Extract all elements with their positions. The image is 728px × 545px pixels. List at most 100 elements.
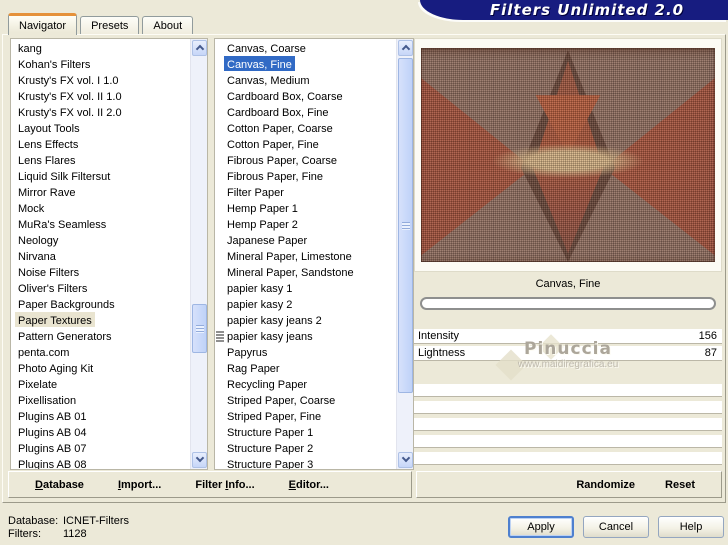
list-item[interactable]: Plugins AB 04 [11, 424, 189, 440]
import-button[interactable]: Import... [110, 475, 169, 495]
list-item[interactable]: Fibrous Paper, Fine [215, 168, 395, 184]
status-database-row: Database: ICNET-Filters [8, 515, 129, 528]
list-item-label: Canvas, Medium [227, 75, 310, 87]
list-item-label: Paper Textures [15, 312, 95, 327]
list-item[interactable]: Rag Paper [215, 360, 395, 376]
list-item[interactable]: Japanese Paper [215, 232, 395, 248]
list-item-label: Hemp Paper 2 [227, 219, 298, 231]
list-item-label: Oliver's Filters [18, 283, 88, 295]
list-item[interactable]: Krusty's FX vol. II 1.0 [11, 88, 189, 104]
list-item[interactable]: Plugins AB 08 [11, 456, 189, 469]
list-item-label: Mineral Paper, Sandstone [227, 267, 354, 279]
list-item[interactable]: Plugins AB 01 [11, 408, 189, 424]
preview-card [414, 38, 722, 272]
list-item[interactable]: Lens Effects [11, 136, 189, 152]
slider-row-lightness[interactable]: Lightness 87 [414, 346, 722, 361]
list-item[interactable]: Pattern Generators [11, 328, 189, 344]
tab-navigator[interactable]: Navigator [8, 13, 78, 35]
list-item[interactable]: Striped Paper, Fine [215, 408, 395, 424]
list-item[interactable]: Striped Paper, Coarse [215, 392, 395, 408]
list-item[interactable]: Canvas, Coarse [215, 40, 395, 56]
randomize-button[interactable]: Randomize [568, 475, 643, 495]
list-item-label: Japanese Paper [227, 235, 308, 247]
filter-info-button[interactable]: Filter Info... [187, 475, 262, 495]
filter-list: Canvas, Coarse Canvas, Fine Canvas, Medium… [215, 40, 395, 469]
reset-button[interactable]: Reset [657, 475, 703, 495]
list-item[interactable]: Plugins AB 07 [11, 440, 189, 456]
list-item[interactable]: Canvas, Fine [215, 56, 395, 72]
list-item[interactable]: Paper Textures [11, 312, 189, 328]
database-button[interactable]: Database [27, 475, 92, 495]
list-item[interactable]: Canvas, Medium [215, 72, 395, 88]
scroll-up-button[interactable] [398, 40, 413, 56]
chevron-down-icon [195, 453, 205, 463]
list-item[interactable]: Cotton Paper, Coarse [215, 120, 395, 136]
list-item[interactable]: Neology [11, 232, 189, 248]
command-bar: Database Import... Filter Info... Editor… [8, 471, 412, 498]
scrollbar-thumb[interactable] [192, 304, 207, 353]
help-button[interactable]: Help [658, 516, 724, 538]
list-item-label: Nirvana [18, 251, 56, 263]
list-item[interactable]: Pixelate [11, 376, 189, 392]
list-item[interactable]: Mirror Rave [11, 184, 189, 200]
list-item[interactable]: papier kasy jeans 2 [215, 312, 395, 328]
scrollbar-thumb[interactable] [398, 58, 413, 393]
list-item[interactable]: papier kasy 1 [215, 280, 395, 296]
scroll-down-button[interactable] [398, 452, 413, 468]
preview-image[interactable] [421, 48, 715, 262]
list-item[interactable]: Layout Tools [11, 120, 189, 136]
list-item[interactable]: Pixellisation [11, 392, 189, 408]
list-item[interactable]: Papyrus [215, 344, 395, 360]
list-item[interactable]: Mineral Paper, Sandstone [215, 264, 395, 280]
list-item[interactable]: Noise Filters [11, 264, 189, 280]
list-item[interactable]: Kohan's Filters [11, 56, 189, 72]
list-item[interactable]: Paper Backgrounds [11, 296, 189, 312]
filter-scrollbar[interactable] [396, 39, 413, 469]
cancel-button[interactable]: Cancel [583, 516, 649, 538]
slider-row-intensity[interactable]: Intensity 156 [414, 329, 722, 344]
list-item[interactable]: Recycling Paper [215, 376, 395, 392]
tab-navigator-label: Navigator [19, 20, 67, 32]
list-item[interactable]: Mock [11, 200, 189, 216]
list-item[interactable]: Lens Flares [11, 152, 189, 168]
scroll-down-button[interactable] [192, 452, 207, 468]
list-item[interactable]: Structure Paper 2 [215, 440, 395, 456]
list-item[interactable]: Krusty's FX vol. I 1.0 [11, 72, 189, 88]
list-item[interactable]: Oliver's Filters [11, 280, 189, 296]
list-item[interactable]: papier kasy jeans [215, 328, 395, 344]
scroll-up-button[interactable] [192, 40, 207, 56]
chevron-down-icon [401, 453, 411, 463]
list-item[interactable]: Liquid Silk Filtersut [11, 168, 189, 184]
editor-button[interactable]: Editor... [281, 475, 337, 495]
list-item-label: papier kasy 1 [227, 283, 293, 295]
list-item[interactable]: kang [11, 40, 189, 56]
list-item[interactable]: Structure Paper 3 [215, 456, 395, 469]
list-item-label: Plugins AB 01 [18, 411, 87, 423]
list-item[interactable]: Cardboard Box, Fine [215, 104, 395, 120]
chevron-up-icon [401, 44, 411, 54]
slider-row-empty [414, 435, 722, 448]
list-item[interactable]: Hemp Paper 2 [215, 216, 395, 232]
list-item-label: Krusty's FX vol. II 1.0 [18, 91, 122, 103]
list-item[interactable]: Filter Paper [215, 184, 395, 200]
list-item[interactable]: papier kasy 2 [215, 296, 395, 312]
list-item[interactable]: Cotton Paper, Fine [215, 136, 395, 152]
list-item[interactable]: Photo Aging Kit [11, 360, 189, 376]
list-item[interactable]: Hemp Paper 1 [215, 200, 395, 216]
list-item[interactable]: Mineral Paper, Limestone [215, 248, 395, 264]
apply-button[interactable]: Apply [508, 516, 574, 538]
list-item[interactable]: Fibrous Paper, Coarse [215, 152, 395, 168]
list-item[interactable]: Krusty's FX vol. II 2.0 [11, 104, 189, 120]
filters-unlimited-dialog: Filters Unlimited 2.0 Navigator Presets … [0, 0, 728, 545]
list-item[interactable]: Nirvana [11, 248, 189, 264]
list-item-label: Pixelate [18, 379, 58, 391]
list-item[interactable]: MuRa's Seamless [11, 216, 189, 232]
list-item[interactable]: penta.com [11, 344, 189, 360]
list-item-label: Hemp Paper 1 [227, 203, 298, 215]
tab-about[interactable]: About [142, 16, 194, 35]
tab-presets[interactable]: Presets [80, 16, 140, 35]
list-item[interactable]: Cardboard Box, Coarse [215, 88, 395, 104]
slider-label: Intensity [418, 330, 459, 342]
list-item[interactable]: Structure Paper 1 [215, 424, 395, 440]
category-scrollbar[interactable] [190, 39, 207, 469]
